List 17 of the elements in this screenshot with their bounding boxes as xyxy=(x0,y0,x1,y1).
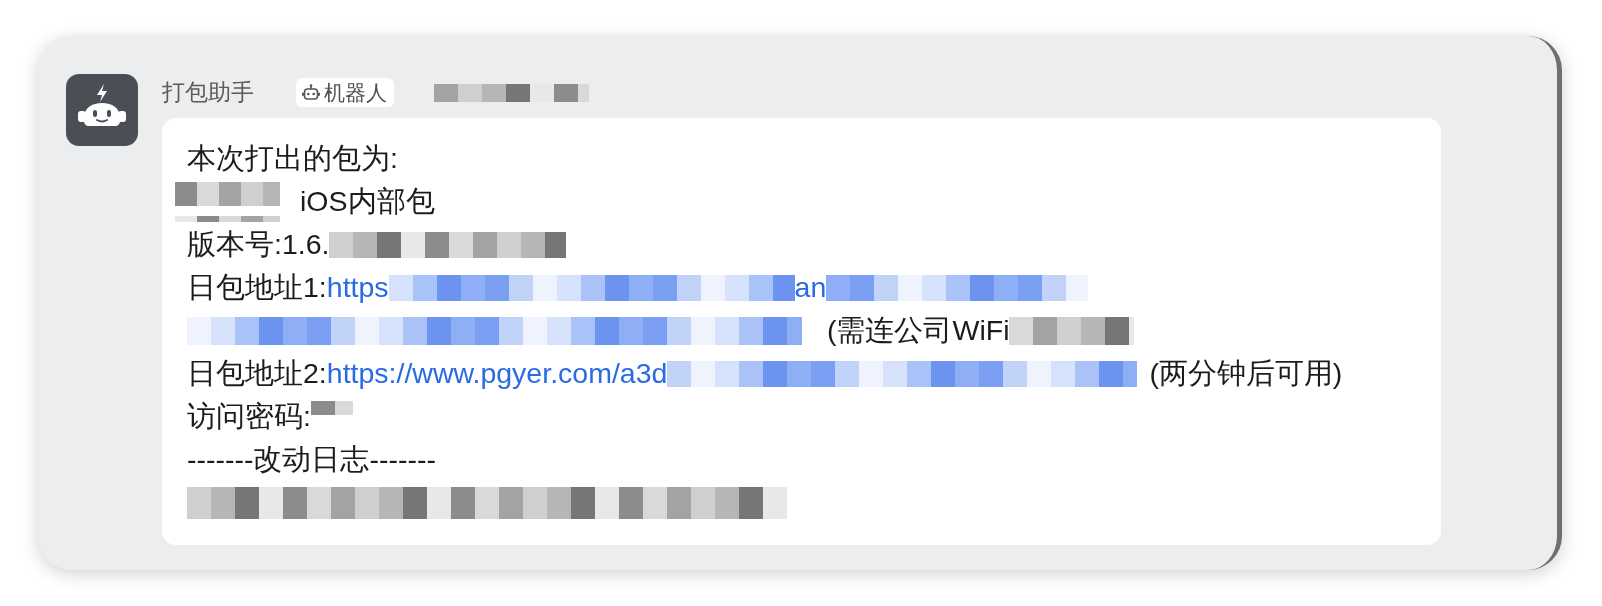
url-link[interactable]: https xyxy=(326,266,389,309)
sender-name: 打包助手 xyxy=(162,78,254,107)
robot-avatar-icon xyxy=(66,74,138,146)
message-text: -------改动日志------- xyxy=(187,442,436,477)
message-text: 版本号:1.6. xyxy=(187,227,330,262)
url-link[interactable]: https://www.pgyer.com/a3d xyxy=(326,352,668,395)
tag-label: 机器人 xyxy=(324,80,387,106)
robot-icon xyxy=(301,82,321,103)
message-text: 访问密码: xyxy=(187,399,311,434)
message-text: (两分钟后可用) xyxy=(1149,356,1343,391)
pixelated-redaction xyxy=(310,401,353,415)
message-text: (需连公司WiFi xyxy=(827,313,1010,348)
message-text: 本次打出的包为: xyxy=(187,141,398,176)
url-link[interactable]: an xyxy=(794,266,827,309)
message-text: 日包地址2: xyxy=(187,356,327,391)
message-text: iOS内部包 xyxy=(300,184,435,219)
message-text: 日包地址1: xyxy=(187,270,327,305)
